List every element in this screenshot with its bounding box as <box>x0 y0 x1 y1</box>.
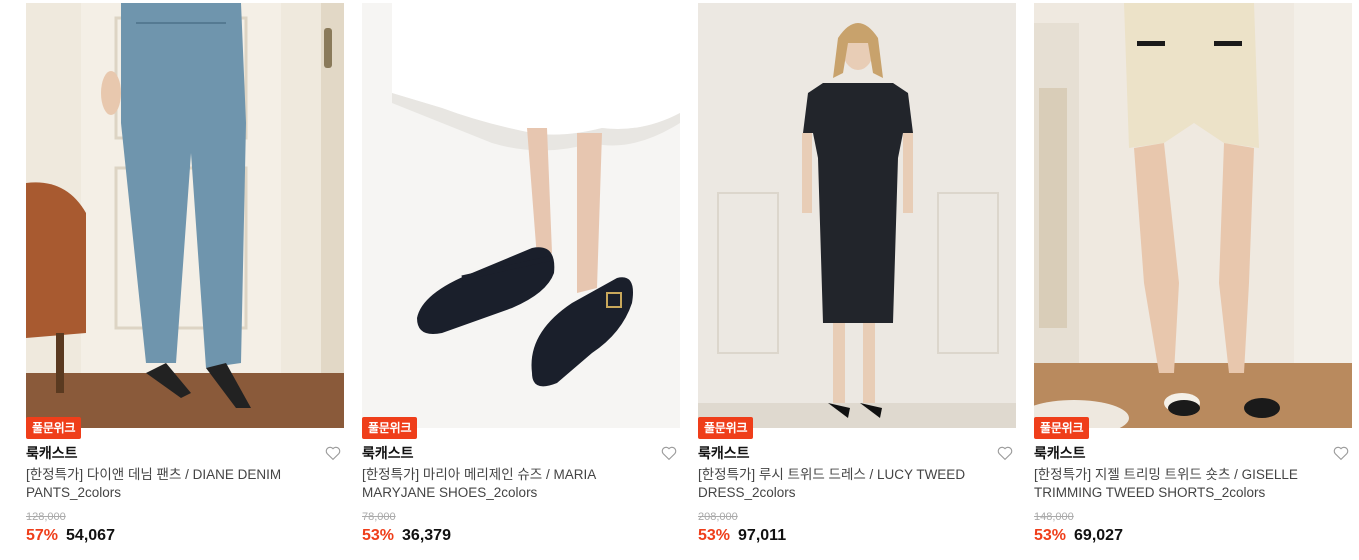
brand-name[interactable]: 룩캐스트 <box>1034 443 1086 463</box>
product-name[interactable]: [한정특가] 지젤 트리밍 트위드 숏츠 / GISELLE TRIMMING … <box>1034 466 1334 502</box>
product-image[interactable] <box>698 3 1016 428</box>
price-row: 53% 36,379 <box>362 527 451 545</box>
product-image[interactable] <box>362 3 680 428</box>
price-row: 53% 97,011 <box>698 527 786 545</box>
discount-rate: 53% <box>362 527 395 544</box>
original-price: 208,000 <box>698 511 738 523</box>
product-photo-tweed-dress <box>698 3 1016 428</box>
event-badge: 풀문위크 <box>362 417 418 439</box>
event-badge: 풀문위크 <box>698 417 754 439</box>
heart-icon[interactable] <box>324 444 342 462</box>
sale-price: 36,379 <box>402 527 451 544</box>
product-card[interactable]: 풀문위크 룩캐스트 [한정특가] 마리아 메리제인 슈즈 / MARIA MAR… <box>362 3 680 558</box>
heart-icon[interactable] <box>996 444 1014 462</box>
price-row: 57% 54,067 <box>26 527 115 545</box>
product-name[interactable]: [한정특가] 루시 트위드 드레스 / LUCY TWEED DRESS_2co… <box>698 466 998 502</box>
discount-rate: 57% <box>26 527 59 544</box>
brand-name[interactable]: 룩캐스트 <box>26 443 78 463</box>
product-grid: 풀문위크 룩캐스트 [한정특가] 다이앤 데님 팬츠 / DIANE DENIM… <box>26 3 1352 558</box>
brand-name[interactable]: 룩캐스트 <box>362 443 414 463</box>
product-card[interactable]: 풀문위크 룩캐스트 [한정특가] 다이앤 데님 팬츠 / DIANE DENIM… <box>26 3 344 558</box>
product-name[interactable]: [한정특가] 마리아 메리제인 슈즈 / MARIA MARYJANE SHOE… <box>362 466 662 502</box>
product-photo-maryjane-shoes <box>362 3 680 428</box>
price-row: 53% 69,027 <box>1034 527 1123 545</box>
product-photo-denim-pants <box>26 3 344 428</box>
discount-rate: 53% <box>1034 527 1067 544</box>
product-card[interactable]: 풀문위크 룩캐스트 [한정특가] 루시 트위드 드레스 / LUCY TWEED… <box>698 3 1016 558</box>
sale-price: 54,067 <box>66 527 115 544</box>
product-image[interactable] <box>26 3 344 428</box>
event-badge: 풀문위크 <box>26 417 82 439</box>
sale-price: 97,011 <box>738 527 787 544</box>
heart-icon[interactable] <box>660 444 678 462</box>
product-name[interactable]: [한정특가] 다이앤 데님 팬츠 / DIANE DENIM PANTS_2co… <box>26 466 326 502</box>
brand-name[interactable]: 룩캐스트 <box>698 443 750 463</box>
product-photo-tweed-shorts <box>1034 3 1352 428</box>
sale-price: 69,027 <box>1074 527 1123 544</box>
original-price: 78,000 <box>362 511 396 523</box>
event-badge: 풀문위크 <box>1034 417 1090 439</box>
heart-icon[interactable] <box>1332 444 1350 462</box>
product-card[interactable]: 풀문위크 룩캐스트 [한정특가] 지젤 트리밍 트위드 숏츠 / GISELLE… <box>1034 3 1352 558</box>
product-image[interactable] <box>1034 3 1352 428</box>
discount-rate: 53% <box>698 527 731 544</box>
original-price: 128,000 <box>26 511 66 523</box>
original-price: 148,000 <box>1034 511 1074 523</box>
